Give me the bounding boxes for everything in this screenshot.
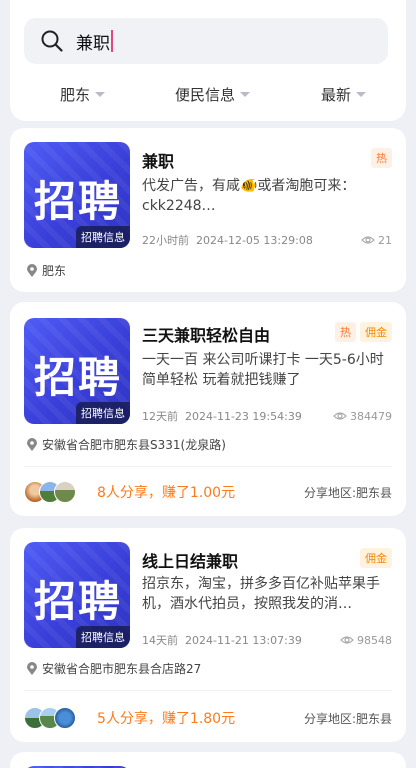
share-row[interactable]: 5人分享，赚了1.80元 分享地区:肥东县 — [24, 704, 392, 732]
avatar — [54, 707, 76, 729]
hot-badge: 热 — [335, 322, 356, 342]
filter-label: 最新 — [321, 85, 352, 104]
post-title: 线上日结兼职 — [142, 552, 239, 571]
dropdown-arrow-icon — [240, 91, 251, 97]
filter-bar: 肥东 便民信息 最新 — [10, 80, 406, 108]
view-count-value: 21 — [378, 233, 392, 247]
badge-group: 热 — [371, 148, 392, 168]
time-ago: 14天前 — [142, 634, 178, 647]
post-thumbnail: 招聘 招聘信息 — [24, 542, 130, 648]
search-icon — [38, 27, 66, 55]
filter-label: 肥东 — [60, 85, 91, 104]
post-location: 安徽省合肥市肥东县S331(龙泉路) — [26, 436, 226, 453]
thumbnail-tag: 招聘信息 — [76, 626, 130, 648]
search-input[interactable]: 兼职 — [24, 18, 388, 64]
thumbnail-title: 招聘 — [33, 353, 122, 402]
post-datetime: 2024-12-05 13:29:08 — [196, 234, 313, 247]
view-count-value: 98548 — [357, 633, 392, 647]
eye-icon — [340, 636, 354, 644]
location-pin-icon — [27, 263, 37, 277]
search-query: 兼职 — [76, 29, 113, 54]
view-count: 21 — [361, 234, 392, 247]
post-meta: 12天前 2024-11-23 19:54:39 384479 — [142, 408, 392, 424]
search-panel: 兼职 肥东 便民信息 最新 — [10, 0, 406, 121]
view-count-value: 384479 — [350, 409, 392, 423]
post-datetime: 2024-11-21 13:07:39 — [185, 634, 302, 647]
time-ago: 22小时前 — [142, 234, 189, 247]
share-earnings: 8人分享，赚了1.00元 — [97, 485, 236, 501]
share-region: 分享地区:肥东县 — [303, 485, 392, 500]
filter-category[interactable]: 便民信息 — [175, 84, 251, 105]
post-thumbnail: 招聘 招聘信息 — [24, 318, 130, 424]
commission-badge: 佣金 — [360, 322, 392, 342]
post-title: 三天兼职轻松自由 — [142, 326, 271, 345]
post-thumbnail: 招聘 招聘信息 — [24, 142, 130, 248]
thumbnail-tag: 招聘信息 — [76, 226, 130, 248]
avatar — [54, 481, 76, 503]
location-text: 安徽省合肥市肥东县合店路27 — [42, 662, 202, 676]
filter-sort[interactable]: 最新 — [321, 84, 367, 105]
thumbnail-title: 招聘 — [33, 177, 122, 226]
post-location: 安徽省合肥市肥东县合店路27 — [26, 660, 201, 677]
badge-group: 佣金 — [360, 548, 392, 568]
filter-region[interactable]: 肥东 — [60, 84, 106, 105]
post-card[interactable]: 招聘 招聘信息 线上日结兼职 佣金 招京东，淘宝，拼多多百亿补贴苹果手机，酒水代… — [10, 528, 406, 742]
post-description: 代发广告，有咸🐠或者淘胞可来：ckk2248… — [142, 178, 356, 214]
share-row[interactable]: 8人分享，赚了1.00元 分享地区:肥东县 — [24, 478, 392, 506]
post-card[interactable]: 招聘 招聘信息 兼职 热 代发广告，有咸🐠或者淘胞可来：ckk2248… 22小… — [10, 128, 406, 292]
share-region: 分享地区:肥东县 — [303, 711, 392, 726]
time-ago: 12天前 — [142, 410, 178, 423]
sharer-avatars — [24, 481, 76, 503]
badge-group: 热 佣金 — [335, 322, 392, 342]
post-datetime: 2024-11-23 19:54:39 — [185, 410, 302, 423]
post-location: 肥东 — [26, 262, 66, 279]
eye-icon — [333, 412, 347, 420]
location-text: 肥东 — [42, 264, 67, 278]
dropdown-arrow-icon — [95, 91, 106, 97]
location-pin-icon — [27, 437, 37, 451]
divider — [24, 466, 392, 467]
eye-icon — [361, 236, 375, 244]
commission-badge: 佣金 — [360, 548, 392, 568]
text-caret — [111, 30, 113, 52]
view-count: 98548 — [340, 634, 392, 647]
post-title: 兼职 — [142, 152, 175, 171]
post-card[interactable] — [10, 752, 406, 768]
post-description: 一天一百 来公司听课打卡 一天5-6小时 简单轻松 玩着就把钱赚了 — [142, 352, 384, 388]
dropdown-arrow-icon — [356, 91, 367, 97]
hot-badge: 热 — [371, 148, 392, 168]
filter-label: 便民信息 — [175, 85, 236, 104]
location-text: 安徽省合肥市肥东县S331(龙泉路) — [42, 438, 226, 452]
post-card[interactable]: 招聘 招聘信息 三天兼职轻松自由 热 佣金 一天一百 来公司听课打卡 一天5-6… — [10, 302, 406, 516]
share-earnings: 5人分享，赚了1.80元 — [97, 711, 236, 727]
post-meta: 22小时前 2024-12-05 13:29:08 21 — [142, 232, 392, 248]
thumbnail-tag: 招聘信息 — [76, 402, 130, 424]
thumbnail-title: 招聘 — [33, 577, 122, 626]
search-value: 兼职 — [76, 33, 110, 54]
location-pin-icon — [27, 661, 37, 675]
post-description: 招京东，淘宝，拼多多百亿补贴苹果手机，酒水代拍员，按照我发的消… — [142, 576, 380, 612]
sharer-avatars — [24, 707, 76, 729]
post-meta: 14天前 2024-11-21 13:07:39 98548 — [142, 632, 392, 648]
divider — [24, 690, 392, 691]
view-count: 384479 — [333, 410, 392, 423]
